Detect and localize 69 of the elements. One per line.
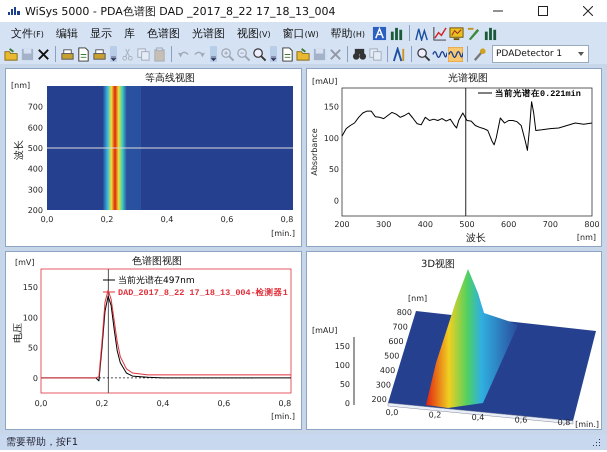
tick-label: 0,2 xyxy=(428,410,442,420)
tick-label: 100 xyxy=(334,361,350,370)
tick-label: 800 xyxy=(584,220,600,229)
chart-title: 色谱图视图 xyxy=(132,256,182,267)
tick-label: 700 xyxy=(28,102,44,112)
tick-label: 700 xyxy=(542,220,558,229)
legend-label: 当前光谱在0.221min xyxy=(494,89,581,99)
axis-unit: [mAU] xyxy=(312,77,338,86)
tick-label: 0,0 xyxy=(385,408,398,417)
tick-label: 600 xyxy=(28,123,44,132)
tick-label: 400 xyxy=(28,164,44,174)
tick-label: 500 xyxy=(384,352,400,360)
tick-label: 400 xyxy=(380,366,395,375)
tick-label: 0 xyxy=(344,399,350,408)
axis-title: 波长 xyxy=(14,140,26,160)
tick-label: 0,6 xyxy=(514,416,528,424)
tick-label: 50 xyxy=(340,380,350,389)
tick-label: 0 xyxy=(33,374,38,383)
axis-unit: [min.] xyxy=(271,229,296,238)
legend-label: DAD_2017_8_22 17_18_13_004-检测器1 xyxy=(118,288,288,298)
axis-unit: [mV] xyxy=(15,258,35,267)
window-title: WiSys 5000 - PDA色谱图 DAD _2017_8_22 17_18_13_004 xyxy=(25,4,336,18)
tick-label: 0,4 xyxy=(156,399,170,408)
axis-title: Absorbance xyxy=(310,128,319,176)
tick-label: 0,2 xyxy=(96,399,109,408)
tick-label: 0,8 xyxy=(557,418,570,427)
tick-label: 0 xyxy=(334,196,339,206)
tick-label: 800 xyxy=(396,308,412,317)
tick-label: 150 xyxy=(334,342,350,351)
status-text: 需要帮助，按F1 xyxy=(6,436,78,449)
axis-title: 电压 xyxy=(13,323,24,343)
tick-label: 200 xyxy=(371,395,387,404)
tick-label: 500 xyxy=(459,220,474,229)
axis-unit: [min.] xyxy=(271,412,296,421)
tick-label: 300 xyxy=(28,185,44,194)
tick-label: 0,4 xyxy=(160,215,174,224)
tick-label: 0,2 xyxy=(100,215,114,224)
tick-label: 0,0 xyxy=(40,215,54,224)
tick-label: 700 xyxy=(392,322,408,332)
tick-label: 200 xyxy=(334,220,350,229)
chart-title: 等高线视图 xyxy=(145,73,196,84)
tick-label: 300 xyxy=(375,380,391,390)
tick-label: 600 xyxy=(500,220,516,229)
tick-label: 50 xyxy=(328,165,339,174)
tick-label: 100 xyxy=(22,313,38,322)
legend-label: 当前光谱在497nm xyxy=(118,276,195,286)
tick-label: 0,0 xyxy=(34,399,48,408)
tick-label: 400 xyxy=(417,220,433,229)
axis-title: 波长 xyxy=(466,233,486,244)
tick-label: 150 xyxy=(22,283,38,292)
tick-label: 0,4 xyxy=(471,413,484,422)
tick-label: 50 xyxy=(28,344,38,353)
tick-label: 600 xyxy=(388,337,404,346)
tick-label: 500 xyxy=(28,144,44,153)
tick-label: 300 xyxy=(376,220,392,229)
tick-label: 100 xyxy=(323,134,339,143)
tick-label: 0,8 xyxy=(278,399,292,408)
chart-title: 光谱视图 xyxy=(448,73,488,84)
tick-label: 0,8 xyxy=(280,215,294,224)
chart-title: 3D视图 xyxy=(420,259,455,270)
axis-unit: [mAU] xyxy=(312,326,338,335)
axis-unit: [nm] xyxy=(11,81,30,90)
axis-unit: [nm] xyxy=(408,294,427,303)
axis-unit: [min.] xyxy=(574,420,599,428)
tick-label: 200 xyxy=(28,206,44,215)
tick-label: 0,6 xyxy=(220,215,234,224)
tick-label: 0,6 xyxy=(218,399,231,408)
tick-label: 150 xyxy=(323,102,339,112)
axis-unit: [nm] xyxy=(576,233,596,242)
